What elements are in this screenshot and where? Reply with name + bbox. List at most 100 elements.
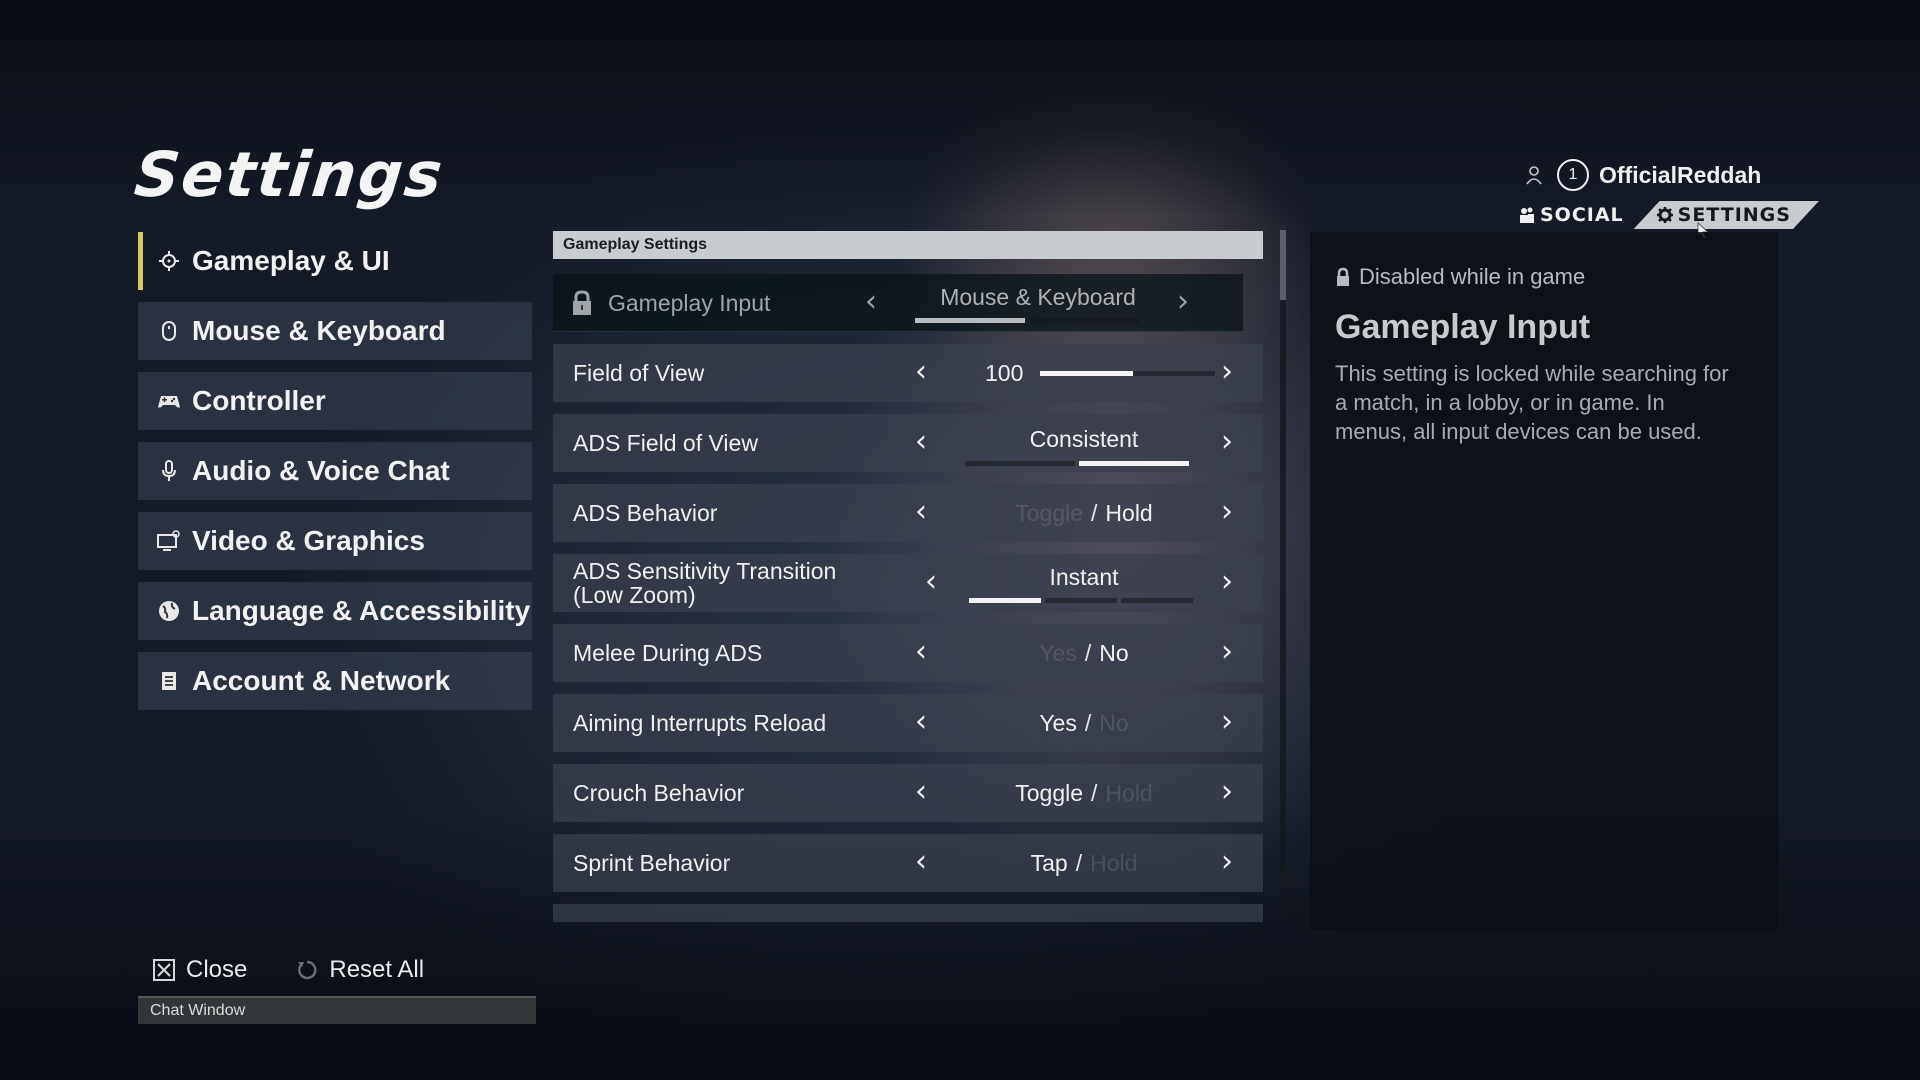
toggle-separator: /	[1084, 710, 1092, 736]
chevron-right-icon[interactable]: ›	[1221, 634, 1233, 669]
setting-row-gameplay-input[interactable]: Gameplay Input ‹ Mouse & Keyboard ›	[553, 274, 1243, 332]
chevron-left-icon[interactable]: ‹	[915, 844, 927, 879]
chevron-left-icon[interactable]: ‹	[915, 634, 927, 669]
sidebar-item-label: Mouse & Keyboard	[192, 315, 446, 346]
info-description: This setting is locked while searching f…	[1335, 361, 1729, 444]
toggle-option-a: Toggle	[1015, 500, 1084, 526]
sidebar-item-label: Gameplay & UI	[192, 245, 390, 276]
scrollbar-thumb[interactable]	[1280, 230, 1286, 300]
toggle-option-b: Hold	[1105, 500, 1153, 526]
info-title: Gameplay Input	[1335, 308, 1591, 346]
setting-row-crouch-behavior[interactable]: Crouch Behavior ‹ Toggle / Hold ›	[553, 764, 1263, 822]
sidebar-item-audio-voice[interactable]: Audio & Voice Chat	[138, 442, 532, 500]
sidebar-item-label: Audio & Voice Chat	[192, 455, 450, 486]
panel-header: Gameplay Settings	[553, 231, 1263, 259]
setting-label: Sprint Behavior	[573, 850, 731, 876]
chat-window[interactable]: Chat Window	[138, 996, 536, 1024]
toggle-option-a: Yes	[1039, 640, 1077, 666]
lock-note: Disabled while in game	[1335, 264, 1753, 290]
toggle-value: Yes / No	[953, 710, 1215, 737]
toggle-separator: /	[1075, 850, 1083, 876]
option-indicator	[1029, 318, 1139, 323]
setting-row-ads-field-of-view[interactable]: ADS Field of View ‹ Consistent ›	[553, 414, 1263, 472]
chevron-right-icon[interactable]: ›	[1221, 354, 1233, 389]
setting-info-panel: Disabled while in game Gameplay Input Th…	[1310, 232, 1778, 930]
chevron-left-icon[interactable]: ‹	[915, 774, 927, 809]
toggle-value: Toggle / Hold	[953, 500, 1215, 527]
setting-label: ADS Sensitivity Transition (Low Zoom)	[573, 559, 836, 607]
people-icon	[1520, 207, 1534, 223]
toggle-option-b: No	[1099, 640, 1129, 666]
user-info: 1 OfficialReddah	[1525, 159, 1761, 191]
settings-sidebar: Gameplay & UI Mouse & Keyboard Controlle…	[138, 232, 532, 722]
tab-settings[interactable]: SETTINGS	[1633, 201, 1819, 229]
sidebar-item-language-accessibility[interactable]: Language & Accessibility	[138, 582, 532, 640]
sidebar-item-label: Language & Accessibility	[192, 595, 531, 626]
sidebar-item-video-graphics[interactable]: Video & Graphics	[138, 512, 532, 570]
sidebar-item-controller[interactable]: Controller	[138, 372, 532, 430]
setting-label: ADS Field of View	[573, 430, 758, 456]
setting-label: Melee During ADS	[573, 640, 763, 666]
setting-row-field-of-view[interactable]: Field of View ‹ 100 ›	[553, 344, 1263, 402]
lock-icon	[573, 290, 591, 315]
chevron-right-icon[interactable]: ›	[1221, 424, 1233, 459]
gear-icon	[1656, 207, 1673, 223]
mouse-icon	[156, 318, 182, 344]
username[interactable]: OfficialReddah	[1599, 162, 1761, 189]
chevron-right-icon[interactable]: ›	[1221, 494, 1233, 529]
chevron-left-icon[interactable]: ‹	[915, 424, 927, 459]
setting-row-melee-during-ads[interactable]: Melee During ADS ‹ Yes / No ›	[553, 624, 1263, 682]
setting-label: ADS Behavior	[573, 500, 718, 526]
globe-icon	[156, 598, 182, 624]
sidebar-item-label: Account & Network	[192, 665, 451, 696]
person-icon	[1526, 166, 1542, 185]
setting-label: Aiming Interrupts Reload	[573, 710, 827, 736]
setting-label-line2: (Low Zoom)	[573, 582, 696, 608]
close-label: Close	[186, 956, 248, 983]
option-indicator	[965, 461, 1075, 466]
toggle-option-a: Toggle	[1015, 780, 1084, 806]
crosshair-icon	[156, 248, 182, 274]
chevron-right-icon[interactable]: ›	[1221, 844, 1233, 879]
toggle-option-a: Yes	[1039, 710, 1077, 736]
tab-social-label: SOCIAL	[1540, 204, 1624, 226]
gamepad-icon	[156, 388, 182, 414]
fov-slider[interactable]	[1040, 371, 1215, 376]
sidebar-item-mouse-keyboard[interactable]: Mouse & Keyboard	[138, 302, 532, 360]
setting-label: Gameplay Input	[608, 289, 771, 316]
settings-scrollbar[interactable]	[1280, 230, 1286, 920]
setting-row-ads-sensitivity-transition[interactable]: ADS Sensitivity Transition (Low Zoom) ‹ I…	[553, 554, 1263, 612]
chevron-left-icon[interactable]: ‹	[915, 494, 927, 529]
sidebar-item-gameplay-ui[interactable]: Gameplay & UI	[138, 232, 532, 290]
reset-all-label: Reset All	[329, 956, 425, 983]
reset-icon	[298, 960, 317, 980]
close-button[interactable]: Close	[152, 956, 247, 984]
setting-row-partial[interactable]	[553, 904, 1263, 922]
setting-row-ads-behavior[interactable]: ADS Behavior ‹ Toggle / Hold ›	[553, 484, 1263, 542]
chevron-right-icon[interactable]: ›	[1221, 774, 1233, 809]
option-indicator-active	[915, 318, 1025, 323]
setting-value: Instant	[1049, 564, 1119, 590]
chevron-left-icon[interactable]: ‹	[915, 354, 927, 389]
reset-all-button[interactable]: Reset All	[295, 956, 424, 984]
chevron-right-icon[interactable]: ›	[1177, 284, 1189, 319]
toggle-option-a: Tap	[1030, 850, 1068, 876]
party-count-badge: 1	[1557, 159, 1589, 191]
option-indicator-active	[1079, 461, 1189, 466]
chevron-left-icon[interactable]: ‹	[865, 284, 877, 319]
fov-slider-fill	[1040, 371, 1133, 376]
chevron-right-icon[interactable]: ›	[1221, 704, 1233, 739]
setting-row-sprint-behavior[interactable]: Sprint Behavior ‹ Tap / Hold ›	[553, 834, 1263, 892]
tab-social[interactable]: SOCIAL	[1518, 204, 1624, 226]
chevron-left-icon[interactable]: ‹	[925, 564, 937, 599]
chevron-left-icon[interactable]: ‹	[915, 704, 927, 739]
bottom-actions: Close Reset All	[152, 956, 424, 984]
sidebar-item-account-network[interactable]: Account & Network	[138, 652, 532, 710]
setting-row-aiming-interrupts-reload[interactable]: Aiming Interrupts Reload ‹ Yes / No ›	[553, 694, 1263, 752]
setting-label: Crouch Behavior	[573, 780, 745, 806]
fov-value: 100	[985, 360, 1024, 386]
lock-icon	[1337, 267, 1349, 286]
toggle-separator: /	[1091, 780, 1098, 806]
chevron-right-icon[interactable]: ›	[1221, 564, 1233, 599]
top-tabs: SOCIAL SETTINGS	[1518, 201, 1819, 229]
